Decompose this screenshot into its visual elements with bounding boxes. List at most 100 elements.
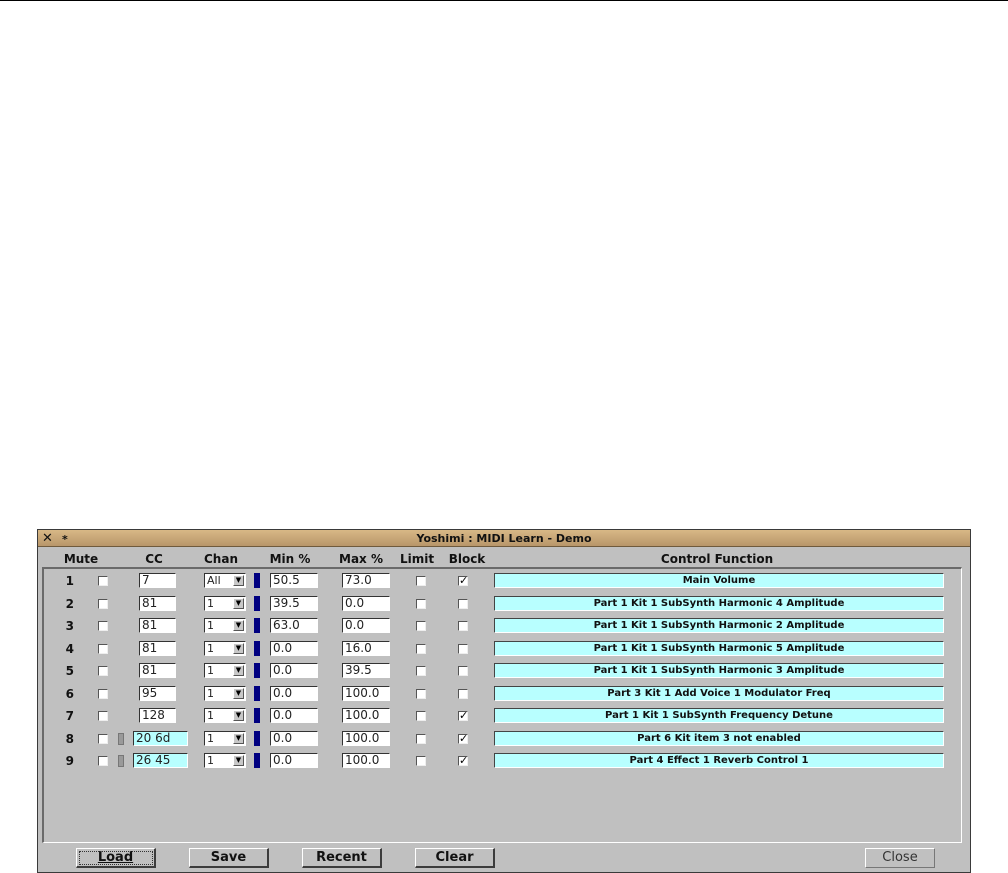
mute-checkbox[interactable]: [98, 598, 108, 609]
channel-select[interactable]: 1 ▼: [204, 640, 246, 656]
row-number: 5: [65, 664, 74, 678]
limit-checkbox[interactable]: [416, 598, 426, 609]
mute-checkbox[interactable]: [98, 688, 108, 699]
min-percent-field[interactable]: 39.5: [270, 595, 318, 611]
header-max: Max %: [339, 552, 383, 566]
channel-select[interactable]: 1 ▼: [204, 730, 246, 746]
mute-checkbox[interactable]: [98, 576, 108, 586]
min-percent-field[interactable]: 63.0: [270, 618, 318, 633]
limit-checkbox[interactable]: [416, 711, 426, 721]
min-percent-field[interactable]: 0.0: [270, 708, 318, 723]
save-button[interactable]: Save: [189, 848, 269, 868]
chevron-down-icon[interactable]: ▼: [233, 665, 244, 676]
min-percent-field[interactable]: 50.5: [270, 573, 318, 588]
channel-indicator: [254, 595, 260, 611]
channel-select[interactable]: All ▼: [204, 573, 246, 588]
channel-select[interactable]: 1 ▼: [204, 663, 246, 678]
chevron-down-icon[interactable]: ▼: [233, 597, 244, 609]
mute-checkbox[interactable]: [98, 666, 108, 676]
row-number: 8: [65, 731, 74, 746]
mute-checkbox[interactable]: [98, 756, 108, 766]
cc-field[interactable]: 95: [139, 685, 176, 701]
cc-field[interactable]: 20 6d: [133, 730, 188, 746]
min-percent-field[interactable]: 0.0: [270, 753, 318, 768]
learn-row: 7 128 1 ▼ 0.0 100.0 ✓ Part 1 Kit 1 SubSy…: [44, 706, 961, 726]
max-percent-field[interactable]: 100.0: [342, 753, 390, 768]
block-checkbox[interactable]: ✓: [458, 733, 468, 744]
chevron-down-icon[interactable]: ▼: [233, 642, 244, 654]
channel-select[interactable]: 1 ▼: [204, 753, 246, 768]
nrpn-marker: [118, 732, 124, 745]
limit-checkbox[interactable]: [416, 756, 426, 766]
chevron-down-icon[interactable]: ▼: [233, 732, 244, 744]
channel-select[interactable]: 1 ▼: [204, 618, 246, 633]
clear-button[interactable]: Clear: [415, 848, 495, 868]
chevron-down-icon[interactable]: ▼: [233, 755, 244, 766]
min-percent-field[interactable]: 0.0: [270, 685, 318, 701]
limit-checkbox[interactable]: [416, 666, 426, 676]
mute-checkbox[interactable]: [98, 643, 108, 654]
max-percent-field[interactable]: 0.0: [342, 595, 390, 611]
block-checkbox[interactable]: [458, 688, 468, 699]
control-function-label: Part 1 Kit 1 SubSynth Frequency Detune: [494, 708, 944, 723]
max-percent-field[interactable]: 0.0: [342, 618, 390, 633]
chevron-down-icon[interactable]: ▼: [233, 710, 244, 721]
cc-field[interactable]: 81: [139, 595, 176, 611]
mute-checkbox[interactable]: [98, 711, 108, 721]
learned-controls-list: 1 7 All ▼ 50.5 73.0 ✓ Main Volume 2 81 1…: [42, 567, 962, 843]
block-checkbox[interactable]: [458, 621, 468, 631]
limit-checkbox[interactable]: [416, 621, 426, 631]
top-border-line: [0, 0, 1008, 1]
chevron-down-icon[interactable]: ▼: [233, 575, 244, 586]
min-percent-field[interactable]: 0.0: [270, 730, 318, 746]
channel-value: All: [207, 574, 221, 587]
max-percent-field[interactable]: 100.0: [342, 685, 390, 701]
max-percent-field[interactable]: 16.0: [342, 640, 390, 656]
midi-learn-window: ✕ * Yoshimi : MIDI Learn - Demo Mute CC …: [37, 529, 971, 873]
min-percent-field[interactable]: 0.0: [270, 640, 318, 656]
limit-checkbox[interactable]: [416, 576, 426, 586]
row-number: 1: [65, 574, 74, 588]
load-button[interactable]: Load: [76, 848, 156, 868]
max-percent-field[interactable]: 100.0: [342, 730, 390, 746]
header-block: Block: [448, 552, 486, 566]
channel-indicator: [254, 730, 260, 746]
block-checkbox[interactable]: [458, 598, 468, 609]
chevron-down-icon[interactable]: ▼: [233, 620, 244, 631]
cc-field[interactable]: 7: [139, 573, 176, 588]
max-percent-field[interactable]: 39.5: [342, 663, 390, 678]
cc-field[interactable]: 81: [139, 663, 176, 678]
header-min: Min %: [269, 552, 311, 566]
min-percent-field[interactable]: 0.0: [270, 663, 318, 678]
block-checkbox[interactable]: ✓: [458, 575, 468, 586]
limit-checkbox[interactable]: [416, 643, 426, 654]
cc-field[interactable]: 128: [139, 708, 176, 723]
row-number: 7: [65, 709, 74, 723]
recent-button[interactable]: Recent: [302, 848, 382, 868]
header-mute: Mute: [63, 552, 99, 566]
mute-checkbox[interactable]: [98, 733, 108, 744]
close-button[interactable]: Close: [865, 848, 935, 868]
channel-indicator: [254, 708, 260, 723]
block-checkbox[interactable]: [458, 643, 468, 654]
mute-checkbox[interactable]: [98, 621, 108, 631]
title-bar[interactable]: ✕ * Yoshimi : MIDI Learn - Demo: [38, 530, 970, 547]
window-title: Yoshimi : MIDI Learn - Demo: [416, 532, 592, 545]
limit-checkbox[interactable]: [416, 688, 426, 699]
control-function-label: Part 6 Kit item 3 not enabled: [494, 730, 944, 746]
cc-field[interactable]: 81: [139, 640, 176, 656]
limit-checkbox[interactable]: [416, 733, 426, 744]
cc-field[interactable]: 81: [139, 618, 176, 633]
cc-field[interactable]: 26 45: [133, 753, 188, 768]
learn-row: 8 20 6d 1 ▼ 0.0 100.0 ✓ Part 6 Kit item …: [44, 729, 961, 749]
block-checkbox[interactable]: ✓: [458, 755, 468, 766]
channel-select[interactable]: 1 ▼: [204, 595, 246, 611]
block-checkbox[interactable]: [458, 666, 468, 676]
max-percent-field[interactable]: 100.0: [342, 708, 390, 723]
channel-select[interactable]: 1 ▼: [204, 708, 246, 723]
channel-select[interactable]: 1 ▼: [204, 685, 246, 701]
channel-value: 1: [207, 641, 214, 655]
max-percent-field[interactable]: 73.0: [342, 573, 390, 588]
chevron-down-icon[interactable]: ▼: [233, 687, 244, 699]
block-checkbox[interactable]: ✓: [458, 710, 468, 721]
